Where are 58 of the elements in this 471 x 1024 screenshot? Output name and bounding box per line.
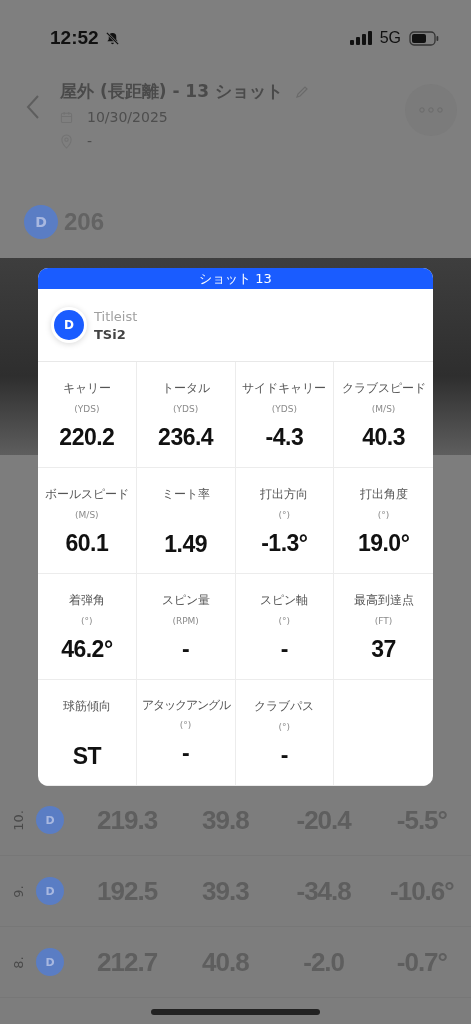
metric-value: 46.2°: [61, 636, 113, 663]
metric-value: 37: [371, 636, 396, 663]
club-model: TSi2: [94, 326, 127, 342]
metric-unit: (°): [81, 616, 93, 626]
metric-value: 1.49: [164, 531, 207, 558]
metric-unit: (°): [278, 510, 291, 520]
metric-label: キャリー: [62, 380, 111, 397]
back-icon[interactable]: [26, 94, 40, 120]
session-location: -: [87, 133, 93, 149]
muted-bell-icon: [104, 30, 120, 46]
metric-unit: (RPM): [172, 616, 199, 626]
network-label: 5G: [379, 29, 401, 47]
club-badge: D: [36, 806, 64, 834]
metric-label: サイドキャリー: [242, 380, 327, 397]
metric-unit: (°): [377, 510, 390, 520]
metric-label: クラブスピード: [341, 380, 426, 397]
metric-value: 40.3: [362, 424, 405, 451]
metric-unit: (°): [179, 720, 192, 730]
metric-value: -: [182, 636, 190, 663]
metric-label: 打出角度: [359, 486, 408, 503]
metric-label: 球筋傾向: [62, 698, 111, 715]
club-badge: D: [36, 948, 64, 976]
modal-title: ショット 13: [38, 268, 433, 289]
metric-value: -: [280, 636, 288, 663]
metric-label: トータル: [161, 380, 210, 397]
status-time: 12:52: [50, 27, 99, 49]
club-badge: D: [36, 877, 64, 905]
metric-unit: (YDS): [271, 404, 297, 414]
metric-value: -1.3°: [261, 530, 308, 557]
metric-unit: (°): [278, 722, 291, 732]
metric-label: スピン量: [161, 592, 210, 609]
metric-value: 19.0°: [357, 530, 410, 557]
metric-label: アタックアングル: [141, 698, 230, 713]
metric-unit: (FT): [374, 616, 393, 626]
metric-label: ミート率: [161, 486, 210, 503]
metric-value: -: [280, 742, 288, 769]
metric-unit: (YDS): [173, 404, 199, 414]
metric-unit: (M/S): [75, 510, 99, 520]
metric-label: クラブパス: [254, 698, 315, 715]
club-badge: D: [24, 205, 58, 239]
metric-label: 最高到達点: [353, 592, 414, 609]
metric-value: 220.2: [59, 424, 115, 451]
metric-value: ST: [72, 743, 102, 770]
club-brand: Titleist: [94, 308, 138, 324]
metric-label: スピン軸: [260, 592, 309, 609]
metric-value: -: [182, 740, 190, 767]
club-badge: D: [54, 310, 84, 340]
battery-icon: [409, 30, 439, 46]
metric-label: 打出方向: [260, 486, 309, 503]
metric-unit: (YDS): [74, 404, 100, 414]
metric-label: ボールスピード: [44, 486, 129, 503]
signal-icon: [349, 31, 372, 45]
metric-unit: (°): [278, 616, 291, 626]
metric-value: -4.3: [265, 424, 304, 451]
metric-value: 236.4: [158, 424, 214, 451]
metric-label: 着弾角: [68, 592, 105, 609]
metric-unit: (M/S): [371, 404, 396, 414]
metric-value: 60.1: [65, 530, 109, 557]
